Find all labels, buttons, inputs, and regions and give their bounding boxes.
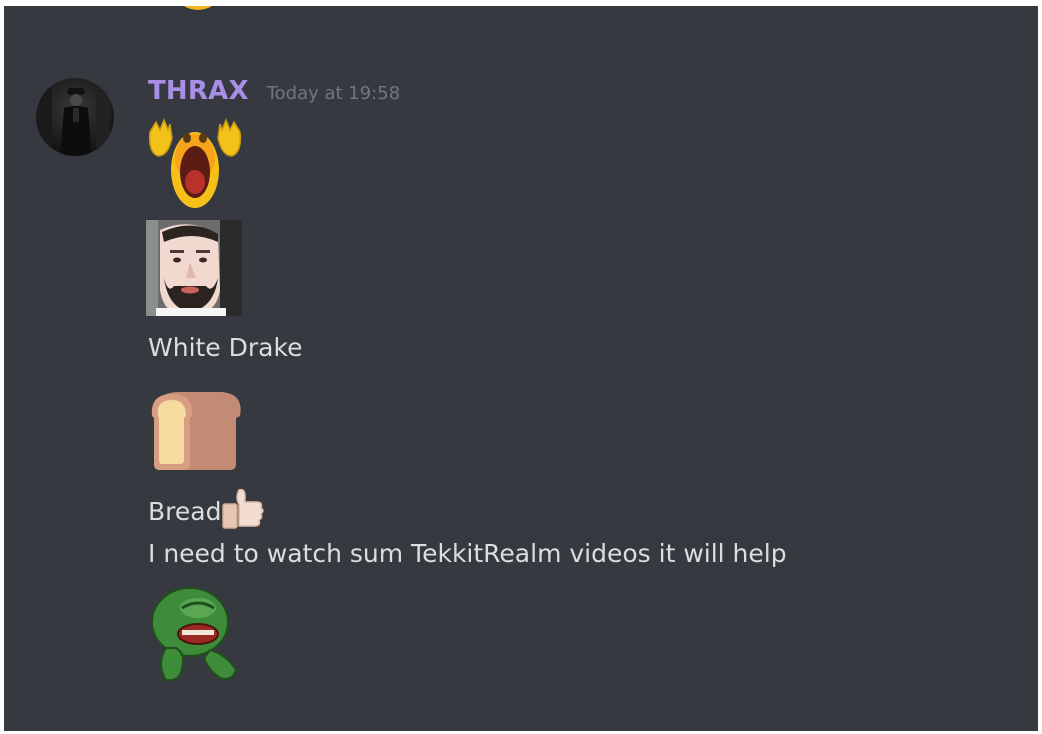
message-line-tekkit: I need to watch sum TekkitRealm videos i…: [148, 539, 787, 568]
bread-text: Bread: [148, 497, 222, 526]
thumbs-up-emoji[interactable]: [221, 486, 265, 530]
crying-pepe-custom-emoji[interactable]: [146, 584, 242, 684]
username[interactable]: THRAX: [148, 76, 249, 106]
white-drake-custom-emoji[interactable]: [146, 220, 242, 316]
avatar[interactable]: [36, 78, 114, 156]
bread-emoji[interactable]: [146, 388, 244, 472]
timestamp[interactable]: Today at 19:58: [267, 83, 400, 104]
screaming-face-emoji[interactable]: [146, 116, 244, 212]
message-line-bread: Bread: [148, 486, 265, 530]
partial-emoji-icon: [184, 6, 212, 10]
message-line-white-drake: White Drake: [148, 333, 303, 362]
message-header: THRAX Today at 19:58: [148, 76, 400, 112]
avatar-image: [36, 78, 114, 156]
chat-message-area[interactable]: THRAX Today at 19:58 White Drake Bread I…: [4, 6, 1038, 731]
